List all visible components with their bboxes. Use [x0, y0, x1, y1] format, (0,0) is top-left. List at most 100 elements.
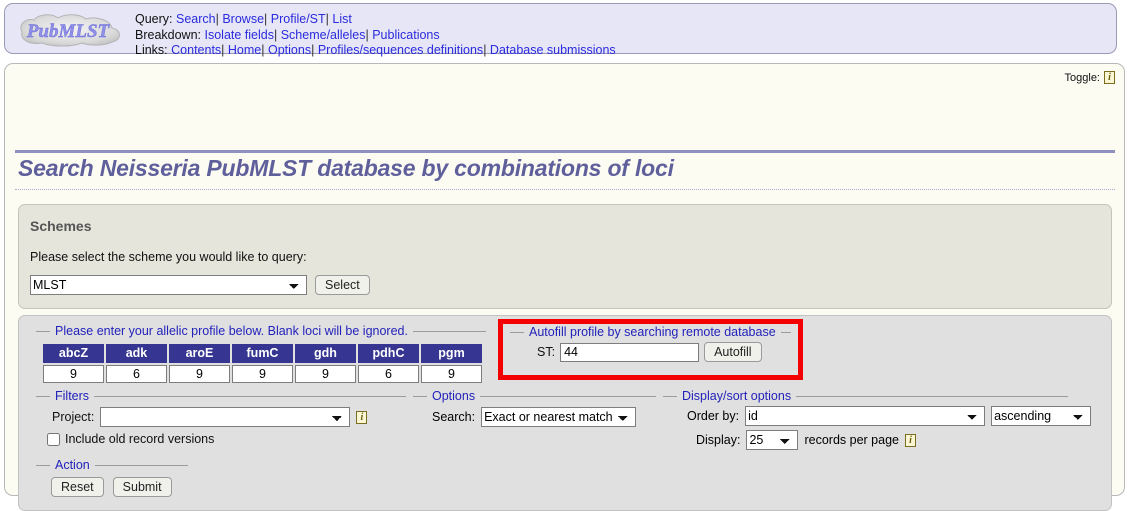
schemes-section: Schemes Please select the scheme you wou…	[18, 204, 1112, 309]
schemes-instruction: Please select the scheme you would like …	[30, 250, 307, 264]
submit-button[interactable]: Submit	[112, 477, 172, 497]
search-mode-row: Search: Exact or nearest match	[432, 407, 637, 427]
pubmlst-logo: PubMLST	[12, 12, 126, 48]
nav-link-options[interactable]: Options	[268, 43, 311, 57]
locus-cell-pgm	[421, 365, 482, 383]
options-group: Options Search: Exact or nearest match	[413, 389, 656, 454]
reset-button[interactable]: Reset	[51, 477, 104, 497]
loci-value-row	[43, 365, 482, 383]
toggle-label: Toggle:	[1064, 71, 1100, 84]
display-label: Display:	[696, 433, 741, 447]
info-icon[interactable]: i	[1104, 71, 1115, 84]
action-legend: Action	[50, 458, 95, 472]
nav-line-breakdown: Breakdown: Isolate fields| Scheme/allele…	[135, 28, 616, 44]
nav-link-search[interactable]: Search	[176, 12, 216, 26]
locus-input-aroE[interactable]	[169, 365, 230, 383]
action-buttons-row: Reset Submit	[51, 477, 172, 497]
locus-header-adk: adk	[106, 344, 167, 363]
include-old-versions-label: Include old record versions	[65, 432, 215, 446]
autofill-button[interactable]: Autofill	[704, 342, 762, 362]
locus-input-adk[interactable]	[106, 365, 167, 383]
nav-link-profile-st[interactable]: Profile/ST	[271, 12, 326, 26]
nav-separator: |	[325, 12, 329, 26]
loci-table: abcZ adk aroE fumC gdh pdhC pgm	[41, 342, 484, 385]
nav-link-publications[interactable]: Publications	[372, 28, 439, 42]
locus-cell-abcZ	[43, 365, 104, 383]
nav-separator: |	[264, 12, 268, 26]
project-info-icon[interactable]: i	[356, 410, 368, 424]
old-versions-row: Include old record versions	[47, 432, 214, 446]
nav-separator: |	[261, 43, 265, 58]
records-per-page-row: Display: 25 records per page i	[696, 430, 916, 450]
include-old-versions-checkbox[interactable]	[47, 432, 60, 446]
top-navigation-bar: PubMLST Query: Search| Browse| Profile/S…	[4, 3, 1117, 57]
locus-input-abcZ[interactable]	[43, 365, 104, 383]
page-title: Search Neisseria PubMLST database by com…	[18, 155, 674, 181]
action-group: Action Reset Submit	[36, 458, 188, 505]
locus-cell-pdhC	[358, 365, 419, 383]
nav-link-contents[interactable]: Contents	[171, 43, 221, 57]
nav-separator: |	[311, 43, 315, 58]
options-legend: Options	[427, 389, 481, 403]
locus-input-fumC[interactable]	[232, 365, 293, 383]
nav-separator: |	[483, 43, 487, 58]
nav-link-profiles-sequences-definitions[interactable]: Profiles/sequences definitions	[318, 43, 483, 57]
query-form-section: Please enter your allelic profile below.…	[18, 315, 1112, 511]
locus-header-fumC: fumC	[232, 344, 293, 363]
toggle-bar: Toggle: i	[1065, 69, 1115, 86]
nav-label-breakdown: Breakdown:	[135, 27, 202, 42]
nav-separator: |	[273, 27, 278, 42]
project-select[interactable]	[100, 407, 351, 427]
sort-direction-select[interactable]: ascending	[991, 406, 1092, 426]
project-filter-row: Project: i	[52, 407, 368, 427]
schemes-heading: Schemes	[30, 218, 92, 234]
nav-link-browse[interactable]: Browse	[222, 12, 264, 26]
main-content-panel: Toggle: i Search Neisseria PubMLST datab…	[4, 63, 1125, 511]
nav-separator: |	[221, 43, 225, 58]
nav-link-home[interactable]: Home	[228, 43, 261, 57]
nav-label-query: Query:	[135, 12, 173, 26]
locus-header-pdhC: pdhC	[358, 344, 419, 363]
search-mode-select[interactable]: Exact or nearest match	[481, 407, 637, 427]
nav-link-groups: Query: Search| Browse| Profile/ST| List …	[135, 12, 616, 59]
locus-cell-adk	[106, 365, 167, 383]
select-scheme-button[interactable]: Select	[315, 275, 370, 295]
nav-link-database-submissions[interactable]: Database submissions	[490, 43, 616, 57]
scheme-select[interactable]: MLST	[30, 275, 307, 295]
filters-legend: Filters	[50, 389, 95, 403]
order-by-select[interactable]: id	[745, 406, 986, 426]
st-label: ST:	[537, 345, 556, 359]
nav-line-query: Query: Search| Browse| Profile/ST| List	[135, 12, 616, 28]
locus-header-aroE: aroE	[169, 344, 230, 363]
title-top-rule	[15, 150, 1115, 153]
nav-line-links: Links: Contents| Home| Options| Profiles…	[135, 43, 616, 59]
filters-group: Filters Project: i Include old record ve…	[36, 389, 406, 454]
nav-label-links: Links:	[135, 43, 168, 58]
records-per-page-select[interactable]: 25	[746, 430, 799, 450]
order-by-label: Order by:	[687, 409, 740, 423]
nav-link-isolate-fields[interactable]: Isolate fields	[205, 28, 274, 42]
logo-text: PubMLST	[26, 21, 111, 42]
allelic-profile-group: Please enter your allelic profile below.…	[36, 324, 486, 385]
nav-separator: |	[365, 27, 369, 42]
records-per-page-suffix: records per page	[804, 433, 899, 447]
nav-link-scheme-alleles[interactable]: Scheme/alleles	[281, 28, 366, 42]
locus-input-gdh[interactable]	[295, 365, 356, 383]
search-mode-label: Search:	[432, 410, 476, 424]
display-sort-group: Display/sort options Order by: id ascend…	[663, 389, 1092, 454]
locus-header-abcZ: abcZ	[43, 344, 104, 363]
order-by-row: Order by: id ascending	[687, 406, 1092, 426]
locus-input-pdhC[interactable]	[358, 365, 419, 383]
locus-cell-fumC	[232, 365, 293, 383]
locus-input-pgm[interactable]	[421, 365, 482, 383]
loci-header-row: abcZ adk aroE fumC gdh pdhC pgm	[43, 344, 482, 363]
st-input[interactable]	[560, 342, 700, 362]
records-info-icon[interactable]: i	[904, 433, 916, 447]
locus-header-gdh: gdh	[295, 344, 356, 363]
allelic-profile-legend: Please enter your allelic profile below.…	[50, 324, 413, 338]
nav-link-list[interactable]: List	[332, 12, 351, 26]
locus-header-pgm: pgm	[421, 344, 482, 363]
scheme-select-row: MLST Select	[30, 275, 370, 295]
autofill-group: Autofill profile by searching remote dat…	[510, 325, 791, 372]
locus-cell-aroE	[169, 365, 230, 383]
